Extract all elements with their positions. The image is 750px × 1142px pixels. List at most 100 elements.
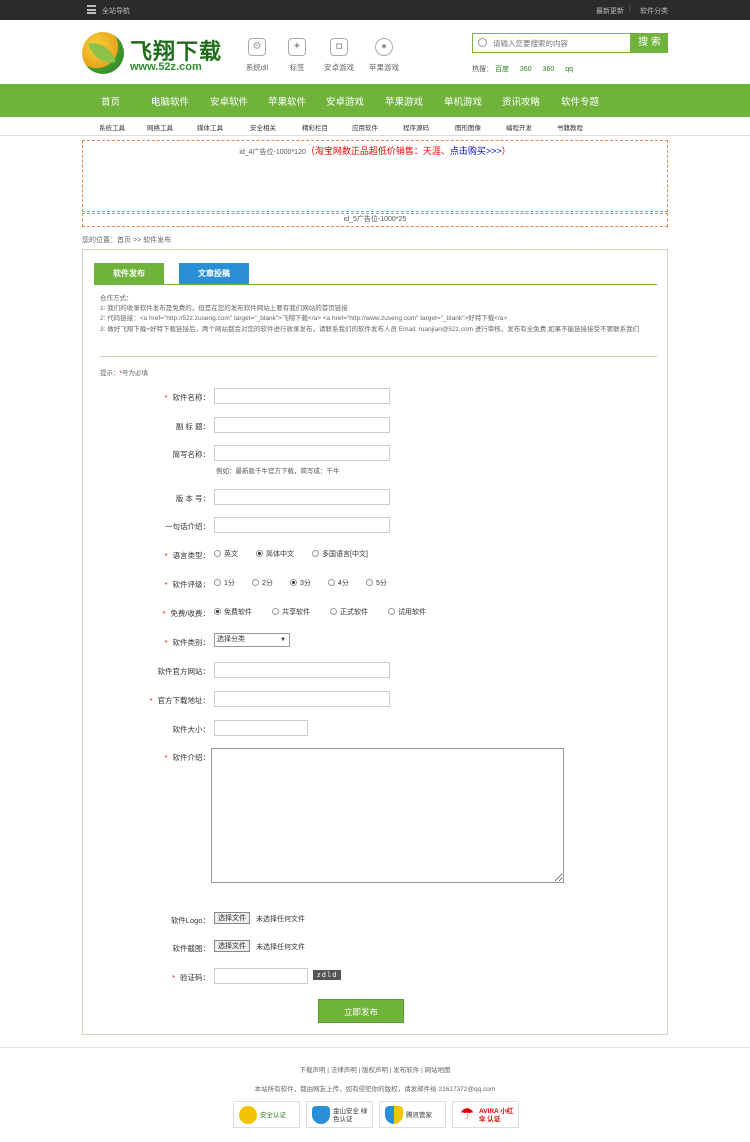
search-input[interactable] (493, 36, 628, 50)
header-link-android-games[interactable]: ◘ 安卓游戏 (317, 38, 361, 73)
search-icon (478, 38, 487, 47)
header-link-label: 安卓游戏 (324, 63, 354, 72)
nav-android-games[interactable]: 安卓游戏 (326, 94, 364, 108)
subnav-item[interactable]: 图形图像 (455, 122, 481, 132)
hot-word[interactable]: 360 (543, 66, 555, 73)
header-link-apple-games[interactable]: ● 苹果游戏 (362, 38, 406, 73)
rating-option-2[interactable]: 2分 (252, 578, 273, 588)
license-option-free[interactable]: 免费软件 (214, 607, 252, 617)
nav-topics[interactable]: 软件专题 (561, 94, 599, 108)
official-website-input[interactable] (214, 662, 390, 678)
badge-avira[interactable]: ☂ AVIRA 小红伞 认证 (452, 1101, 519, 1128)
category-selected-value: 选择分类 (217, 636, 245, 643)
screenshot-file-button[interactable]: 选择文件 (214, 940, 250, 952)
hint-prefix: 提示： (100, 370, 120, 377)
license-option-shareware[interactable]: 共享软件 (272, 607, 310, 617)
logo-file-button[interactable]: 选择文件 (214, 912, 250, 924)
language-option-chinese[interactable]: 简体中文 (256, 549, 294, 559)
breadcrumb-home-link[interactable]: 首页 (117, 237, 131, 244)
short-name-example: 例如：最新版千牛官方下载，简写成：千牛 (216, 468, 340, 475)
ad-promo-link[interactable]: 点击购买>>> (450, 146, 502, 156)
tab-divider (94, 284, 657, 285)
version-input[interactable] (214, 489, 390, 505)
subtitle-label: 副 标 题： (175, 422, 210, 431)
divider (100, 356, 657, 357)
breadcrumb-current: 软件发布 (143, 237, 172, 244)
official-website-label: 软件官方网站： (157, 667, 211, 676)
short-name-input[interactable] (214, 445, 390, 461)
download-url-input[interactable] (214, 691, 390, 707)
badge-kingsoft[interactable]: 金山安全 绿色认证 (306, 1101, 373, 1128)
language-option-multi[interactable]: 多国语言[中文] (312, 549, 368, 559)
badge-label: 腾讯管家 (406, 1112, 432, 1119)
tab-software-publish[interactable]: 软件发布 (94, 263, 164, 284)
captcha-input[interactable] (214, 968, 308, 984)
sub-nav: 系统工具 网络工具 媒体工具 安全相关 精彩栏目 应用软件 程序源码 图形图像 … (0, 117, 750, 136)
rating-option-1[interactable]: 1分 (214, 578, 235, 588)
license-option-trial[interactable]: 试用软件 (388, 607, 426, 617)
menu-icon[interactable] (87, 5, 96, 14)
submit-button[interactable]: 立即发布 (318, 999, 404, 1023)
hot-word[interactable]: 360 (520, 66, 532, 73)
badge-tencent[interactable]: 腾讯管家 (379, 1101, 446, 1128)
subnav-item[interactable]: 系统工具 (99, 122, 125, 132)
footer-copyright: 本站所有软件，都由网友上传，如有侵犯你的版权，请发邮件给 21617372@qq… (254, 1086, 496, 1093)
hot-word[interactable]: qq (565, 66, 573, 73)
ad-promo-bracket: ） (501, 146, 511, 156)
one-line-intro-input[interactable] (214, 517, 390, 533)
header-link-dll[interactable]: ⚙ 系统dll (235, 38, 279, 73)
rating-option-5[interactable]: 5分 (366, 578, 387, 588)
captcha-image[interactable]: zdld (313, 970, 341, 980)
nav-news[interactable]: 资讯攻略 (502, 94, 540, 108)
nav-apple-games[interactable]: 苹果游戏 (385, 94, 423, 108)
software-categories-link[interactable]: 软件分类 (640, 6, 668, 16)
hot-word[interactable]: 百度 (495, 66, 509, 73)
subnav-item[interactable]: 网络工具 (147, 122, 173, 132)
subnav-item[interactable]: 程序源码 (403, 122, 429, 132)
ad-banner-large[interactable]: id_4广告位-1000*120（淘宝网数正品超低价销售：天涯、点击购买>>>） (82, 140, 668, 212)
software-name-input[interactable] (214, 388, 390, 404)
subnav-item[interactable]: 媒体工具 (197, 122, 223, 132)
badge-icon: ✦ (288, 38, 306, 56)
nav-apple-software[interactable]: 苹果软件 (268, 94, 306, 108)
nav-pc-games[interactable]: 单机游戏 (444, 94, 482, 108)
category-select[interactable]: 选择分类 ▼ (214, 633, 290, 647)
subtitle-input[interactable] (214, 417, 390, 433)
header-link-tags[interactable]: ✦ 标签 (275, 38, 319, 73)
dropdown-arrow-icon: ▼ (280, 637, 286, 643)
search-box (472, 33, 631, 53)
header-link-label: 标签 (289, 63, 305, 72)
ad-banner-small[interactable]: id_5广告位-1000*25 (82, 213, 668, 227)
size-input[interactable] (214, 720, 308, 736)
footer-links[interactable]: 下载声明 | 法律声明 | 版权声明 | 发布软件 | 网站地图 (0, 1064, 750, 1074)
coop-title: 合作方式： (100, 295, 133, 302)
android-icon: ◘ (330, 38, 348, 56)
rating-option-4[interactable]: 4分 (328, 578, 349, 588)
ad-promo-text: 淘宝网数正品超低价销售：天涯、 (314, 146, 450, 156)
ad-label: id_4广告位-1000*120 (239, 149, 306, 156)
subnav-item[interactable]: 安全相关 (250, 122, 276, 132)
subnav-item[interactable]: 编程开发 (506, 122, 532, 132)
subnav-item[interactable]: 应用软件 (352, 122, 378, 132)
nav-home[interactable]: 首页 (101, 94, 120, 108)
topbar-separator: | (629, 6, 631, 13)
license-option-commercial[interactable]: 正式软件 (330, 607, 368, 617)
umbrella-icon: ☂ (459, 1106, 475, 1123)
shield-icon (312, 1106, 330, 1124)
nav-android-software[interactable]: 安卓软件 (210, 94, 248, 108)
main-nav: 首页 电脑软件 安卓软件 苹果软件 安卓游戏 苹果游戏 单机游戏 资讯攻略 软件… (0, 84, 750, 117)
tab-article-submit[interactable]: 文章投稿 (179, 263, 249, 284)
subnav-item[interactable]: 书籍教程 (557, 122, 583, 132)
search-button[interactable]: 搜 索 (631, 33, 668, 53)
latest-updates-link[interactable]: 最新更新 (596, 6, 624, 16)
top-bar: 全站导航 最新更新 | 软件分类 (0, 0, 750, 20)
language-option-english[interactable]: 英文 (214, 549, 238, 559)
badge-security[interactable]: 安全认证 (233, 1101, 300, 1128)
intro-textarea[interactable] (211, 748, 564, 883)
rating-option-3[interactable]: 3分 (290, 578, 311, 588)
site-nav-link[interactable]: 全站导航 (102, 6, 130, 16)
logo-upload-label: 软件Logo： (170, 916, 210, 925)
nav-pc-software[interactable]: 电脑软件 (151, 94, 189, 108)
subnav-item[interactable]: 精彩栏目 (302, 122, 328, 132)
language-label: * 语言类型： (164, 551, 210, 560)
